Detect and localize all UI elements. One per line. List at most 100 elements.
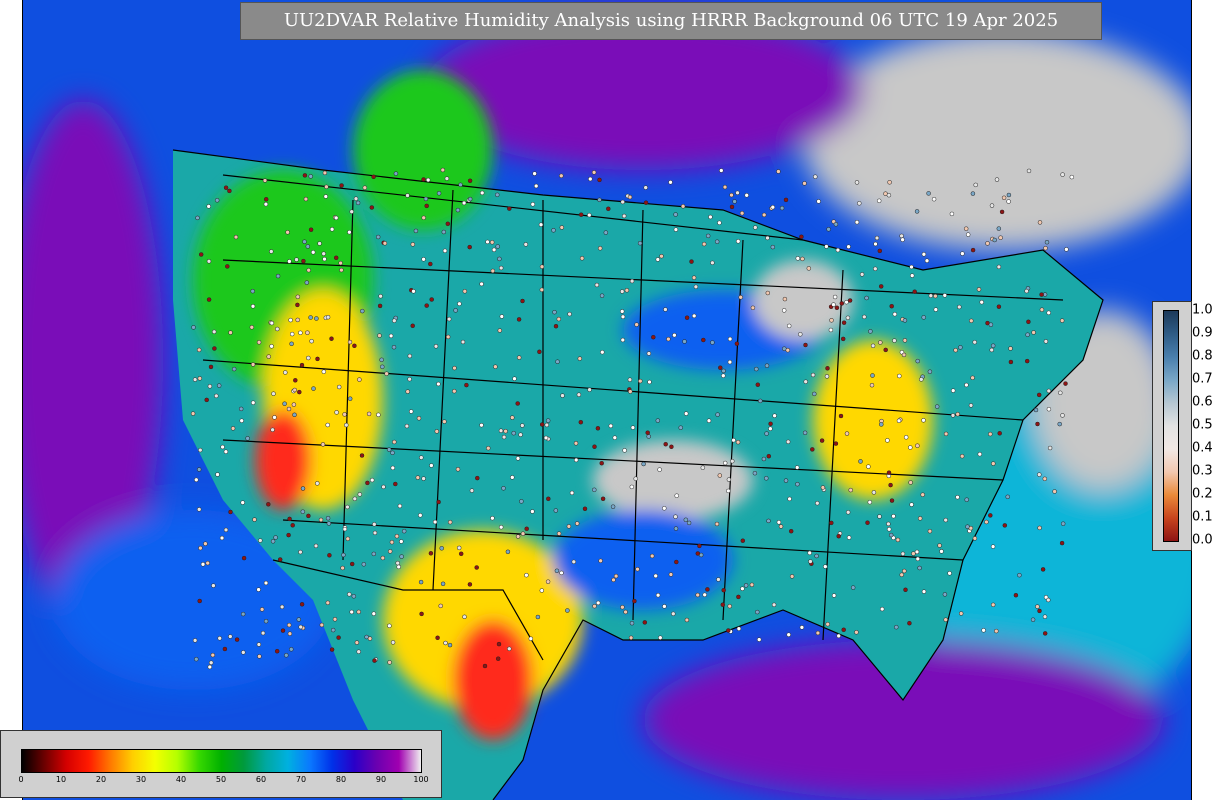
station-dot (429, 297, 434, 302)
station-dot (250, 304, 256, 309)
station-dot (287, 259, 292, 264)
station-dot (785, 439, 791, 445)
station-dot (641, 461, 646, 467)
station-dot (467, 244, 472, 250)
station-dot (467, 582, 473, 587)
station-dot (994, 177, 1000, 182)
station-dot (377, 333, 382, 338)
station-dot (719, 168, 724, 173)
station-dot (592, 603, 597, 609)
station-dot (766, 518, 771, 524)
station-dot (327, 553, 332, 558)
station-dot (1033, 407, 1039, 413)
station-dot (397, 503, 403, 509)
station-dot (702, 592, 707, 598)
station-dot (680, 204, 686, 209)
station-dot (953, 347, 958, 353)
station-dot (315, 356, 320, 362)
station-dot (341, 552, 346, 558)
station-dot (497, 256, 502, 262)
station-dot (490, 515, 495, 521)
station-dot (351, 594, 357, 599)
station-dot (559, 570, 564, 576)
station-dot (321, 369, 327, 374)
station-dot (319, 622, 325, 628)
station-dot (303, 196, 309, 202)
station-dot (190, 411, 196, 416)
station-dot (329, 647, 335, 652)
station-dot (963, 226, 969, 231)
station-dot (565, 608, 570, 613)
station-dot (231, 366, 237, 372)
station-dot (520, 298, 525, 304)
station-dot (545, 418, 551, 423)
station-dot (326, 521, 332, 526)
station-dot (219, 535, 225, 541)
station-dot (902, 568, 907, 574)
station-dot (720, 602, 726, 607)
station-dot (552, 309, 557, 315)
station-dot (892, 338, 897, 343)
station-dot (214, 393, 219, 399)
station-dot (196, 467, 202, 472)
station-dot (909, 264, 914, 270)
station-dot (256, 587, 261, 592)
station-dot (721, 587, 726, 593)
station-dot (803, 342, 808, 348)
station-dot (495, 192, 500, 198)
station-dot (567, 311, 572, 317)
station-dot (256, 642, 262, 647)
colorbar-label: 0.0 (1192, 532, 1213, 548)
station-dot (958, 345, 963, 350)
station-dot (826, 227, 831, 232)
station-dot (469, 488, 475, 493)
station-dot (885, 438, 890, 443)
station-dot (436, 499, 441, 505)
station-dot (389, 539, 395, 545)
station-dot (269, 320, 275, 326)
station-dot (942, 293, 948, 298)
station-dot (1064, 247, 1069, 252)
station-dot (770, 244, 776, 250)
station-dot (259, 607, 265, 612)
station-dot (329, 227, 335, 232)
station-dot (888, 482, 893, 488)
station-dot (985, 241, 990, 246)
station-dot (879, 422, 884, 427)
station-dot (1059, 318, 1065, 323)
colorbar-tick: 70 (295, 775, 307, 784)
station-dot (787, 496, 792, 502)
great-lakes-cloud (753, 260, 853, 340)
station-dot (705, 587, 710, 592)
station-dot (921, 252, 927, 257)
station-dot (298, 330, 303, 336)
station-dot (208, 660, 214, 665)
station-dot (263, 580, 269, 586)
station-dot (289, 341, 294, 347)
station-dot (1006, 199, 1011, 204)
station-dot (309, 338, 314, 344)
station-dot (485, 239, 490, 245)
station-dot (376, 412, 381, 418)
station-dot (399, 539, 404, 544)
station-dot (990, 343, 996, 348)
station-dot (1026, 319, 1031, 325)
station-dot (512, 376, 517, 381)
station-dot (191, 325, 196, 330)
station-dot (915, 556, 921, 562)
station-dot (761, 212, 767, 218)
station-dot (651, 334, 656, 340)
station-dot (808, 559, 813, 564)
station-dot (280, 628, 286, 633)
station-dot (315, 481, 320, 486)
station-dot (297, 389, 302, 395)
station-dot (260, 630, 266, 636)
station-dot (1044, 239, 1050, 245)
station-dot (490, 268, 496, 274)
colorbar-tick: 20 (95, 775, 107, 784)
station-dot (840, 336, 846, 342)
station-dot (870, 373, 875, 378)
station-dot (339, 267, 344, 273)
station-dot (262, 178, 268, 183)
station-dot (629, 278, 635, 284)
